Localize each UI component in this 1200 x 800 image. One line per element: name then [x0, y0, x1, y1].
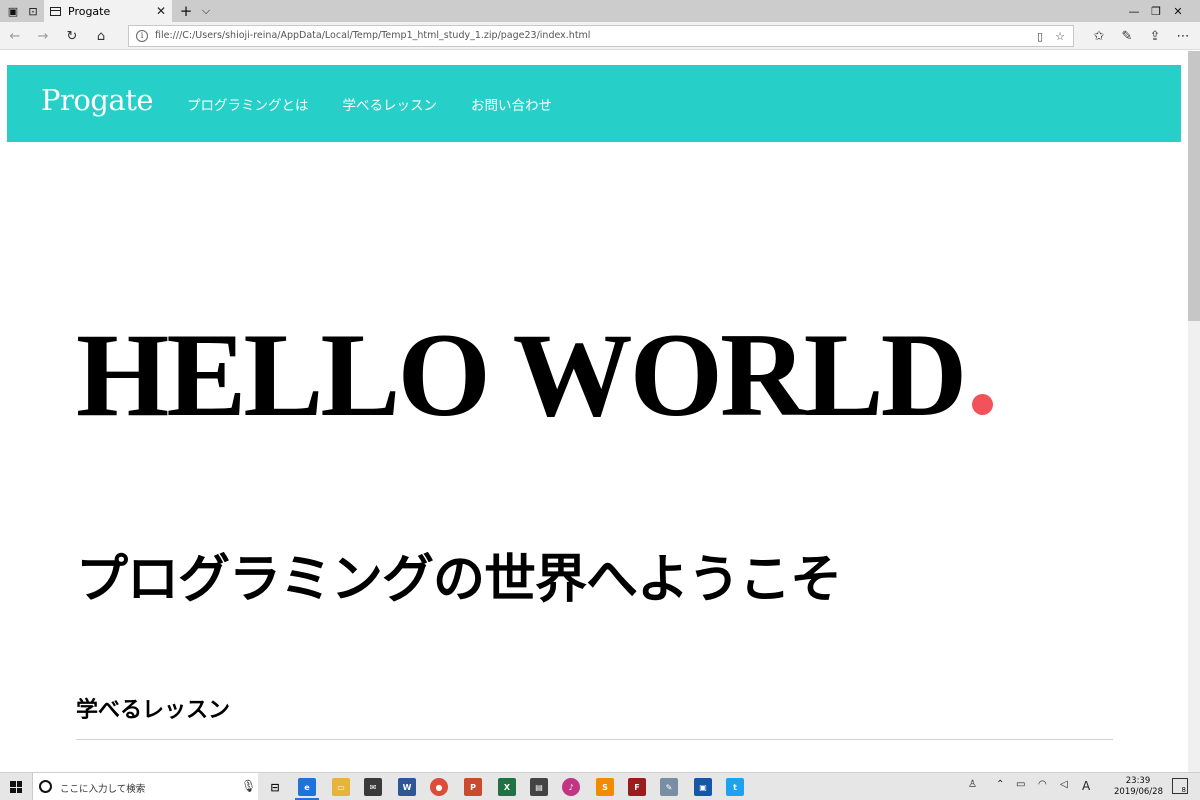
- home-icon[interactable]: ⌂: [90, 25, 112, 47]
- forward-arrow-icon[interactable]: →: [32, 25, 54, 47]
- page-icon: [50, 6, 61, 16]
- tab-menu-chevron-icon[interactable]: ⌵: [198, 0, 214, 22]
- site-logo[interactable]: Progate: [41, 83, 154, 117]
- sublime-text-icon[interactable]: S: [596, 778, 614, 796]
- page-viewport: Progate プログラミングとは 学べるレッスン お問い合わせ HELLO W…: [0, 51, 1188, 772]
- excel-icon[interactable]: X: [498, 778, 516, 796]
- favorites-icon[interactable]: ✩: [1088, 25, 1110, 47]
- refresh-icon[interactable]: ↻: [61, 25, 83, 47]
- hero-accent-dot: [972, 394, 994, 415]
- new-tab-button[interactable]: +: [178, 0, 194, 22]
- window-close-icon[interactable]: ✕: [1156, 0, 1200, 22]
- microphone-icon[interactable]: 🎙: [241, 779, 256, 793]
- word-icon[interactable]: W: [398, 778, 416, 796]
- paint-icon[interactable]: ✎: [660, 778, 678, 796]
- menu-item-contact[interactable]: お問い合わせ: [471, 94, 552, 114]
- hero-subtitle: プログラミングの世界へようこそ: [76, 550, 842, 610]
- itunes-icon[interactable]: ♪: [562, 778, 580, 796]
- tab-title: Progate: [68, 4, 111, 18]
- taskbar-search[interactable]: ここに入力して検索 🎙: [32, 773, 258, 800]
- address-url[interactable]: file:///C:/Users/shioji-reina/AppData/Lo…: [155, 30, 590, 41]
- set-aside-tabs-icon[interactable]: ▣: [4, 0, 22, 22]
- tab-progate[interactable]: Progate ✕: [44, 0, 172, 22]
- volume-icon[interactable]: ◁: [1060, 779, 1068, 790]
- chrome-icon[interactable]: ●: [430, 778, 448, 796]
- address-bar[interactable]: i file:///C:/Users/shioji-reina/AppData/…: [128, 25, 1074, 47]
- wifi-icon[interactable]: ◠: [1038, 779, 1047, 790]
- powerpoint-icon[interactable]: P: [464, 778, 482, 796]
- twitter-icon[interactable]: t: [726, 778, 744, 796]
- hero-text: HELLO WORLD: [76, 308, 967, 441]
- reading-view-icon[interactable]: ▯: [1031, 27, 1049, 45]
- lessons-section-title: 学べるレッスン: [76, 698, 231, 723]
- share-icon[interactable]: ⇪: [1144, 25, 1166, 47]
- site-menu: プログラミングとは 学べるレッスン お問い合わせ: [187, 65, 586, 142]
- site-header: Progate プログラミングとは 学べるレッスン お問い合わせ: [7, 65, 1181, 142]
- start-button[interactable]: [0, 773, 32, 800]
- tab-preview-icon[interactable]: ⊡: [24, 0, 42, 22]
- edge-icon[interactable]: e: [298, 778, 316, 796]
- section-divider: [76, 739, 1113, 740]
- tab-strip: ▣ ⊡ Progate ✕ + ⌵ — ❐ ✕: [0, 0, 1200, 22]
- taskbar: ここに入力して検索 🎙 ⊟ e ▭ ✉ W ● P X ▤ ♪ S F ✎ ▣ …: [0, 772, 1200, 800]
- cortana-icon: [39, 780, 52, 793]
- file-explorer-icon[interactable]: ▭: [332, 778, 350, 796]
- hero-heading: HELLO WORLD: [76, 315, 994, 435]
- mail-icon[interactable]: ✉: [364, 778, 382, 796]
- notification-center-icon[interactable]: 8: [1172, 778, 1188, 794]
- back-arrow-icon[interactable]: ←: [4, 25, 26, 47]
- browser-toolbar: ← → ↻ ⌂ i file:///C:/Users/shioji-reina/…: [0, 22, 1200, 50]
- favorite-star-icon[interactable]: ☆: [1051, 27, 1069, 45]
- windows-icon: [10, 781, 22, 793]
- pen-icon[interactable]: ✎: [1116, 25, 1138, 47]
- taskbar-clock[interactable]: 23:39 2019/06/28: [1114, 776, 1163, 798]
- tray-chevron-icon[interactable]: ⌃: [996, 779, 1004, 790]
- ftp-client-icon[interactable]: F: [628, 778, 646, 796]
- clock-date: 2019/06/28: [1114, 787, 1163, 797]
- battery-icon[interactable]: ▭: [1016, 779, 1025, 790]
- menu-item-lessons[interactable]: 学べるレッスン: [343, 94, 438, 114]
- tab-close-icon[interactable]: ✕: [154, 4, 168, 18]
- search-placeholder: ここに入力して検索: [60, 784, 146, 795]
- people-icon[interactable]: ♙: [968, 779, 977, 790]
- ime-indicator[interactable]: A: [1082, 779, 1090, 793]
- menu-item-what-is-programming[interactable]: プログラミングとは: [187, 94, 309, 114]
- app-icon[interactable]: ▤: [530, 778, 548, 796]
- task-view-icon[interactable]: ⊟: [266, 778, 284, 796]
- scrollbar-thumb[interactable]: [1188, 51, 1200, 321]
- info-icon[interactable]: i: [136, 30, 148, 42]
- zoom-icon[interactable]: ▣: [694, 778, 712, 796]
- more-icon[interactable]: ⋯: [1172, 25, 1194, 47]
- clock-time: 23:39: [1125, 776, 1151, 786]
